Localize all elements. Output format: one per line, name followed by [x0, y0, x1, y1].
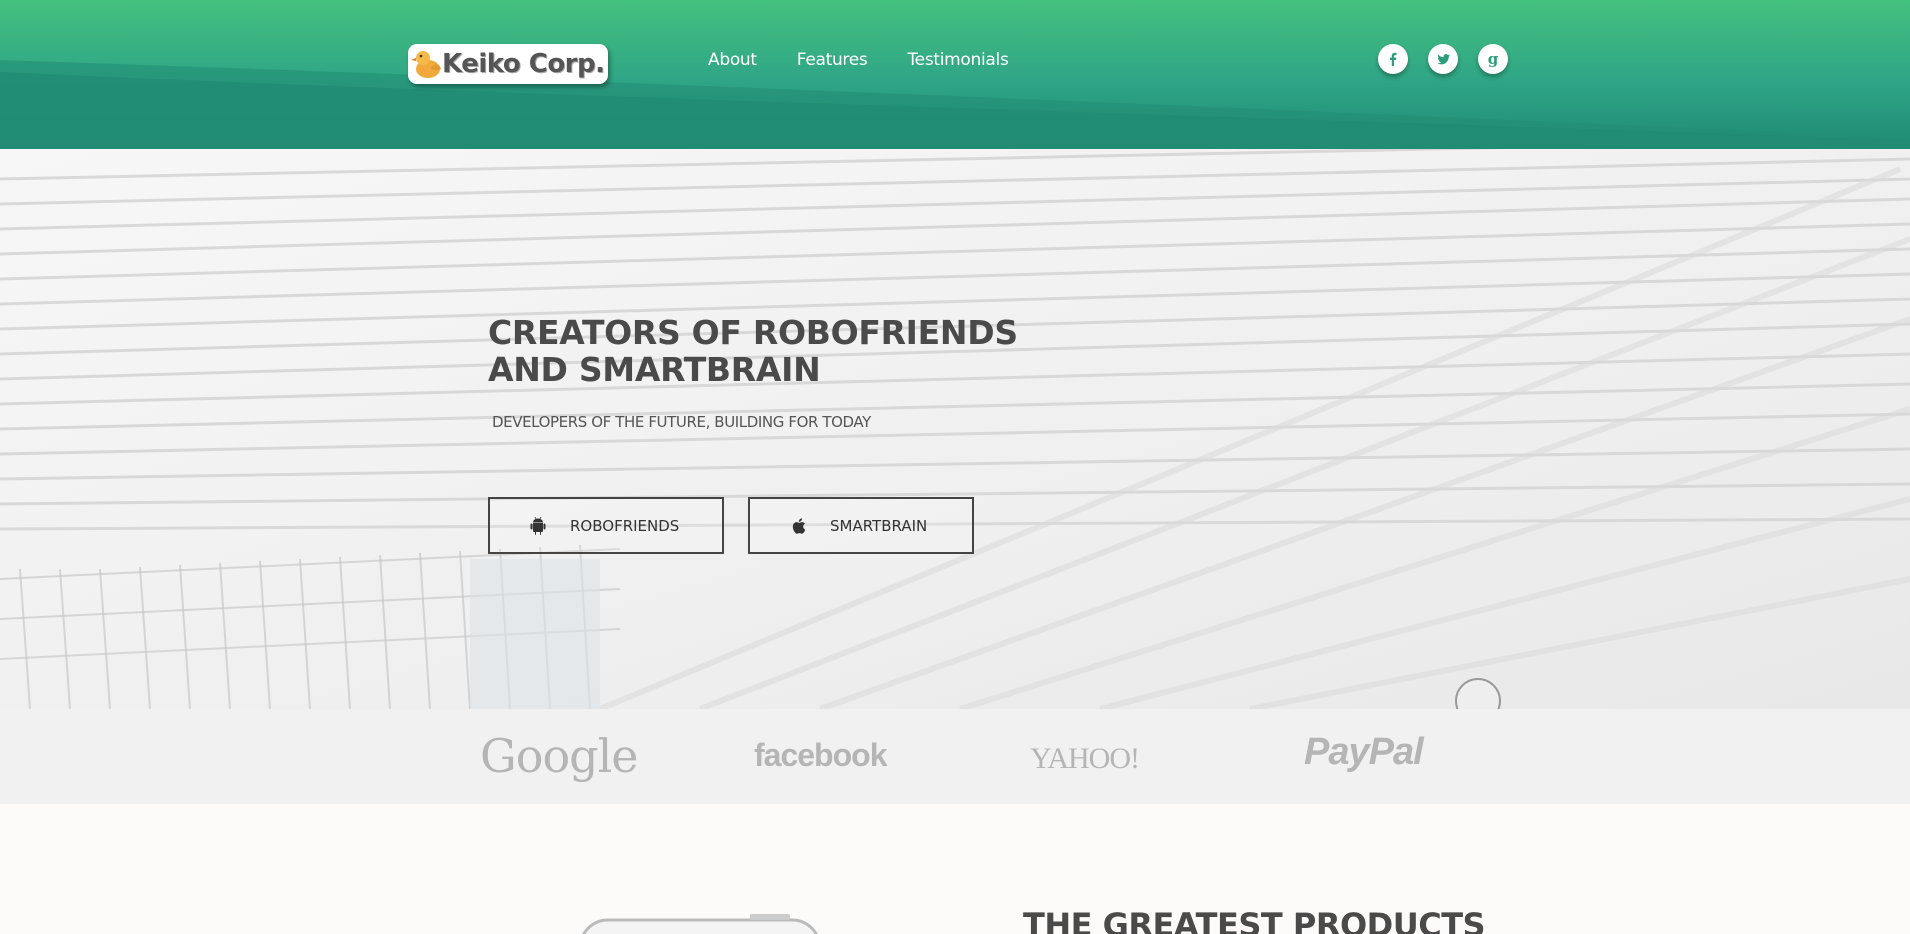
main-nav: About Features Testimonials [708, 50, 1049, 70]
products-section: THE GREATEST PRODUCTS [0, 804, 1910, 934]
duck-icon [411, 51, 441, 78]
hero-background-architecture [0, 149, 1910, 709]
products-title: THE GREATEST PRODUCTS [1023, 906, 1486, 934]
hero-title: CREATORS OF ROBOFRIENDS AND SMARTBRAIN [488, 314, 1048, 388]
facebook-icon [1390, 52, 1397, 66]
nav-link-testimonials[interactable]: Testimonials [907, 50, 1008, 70]
nav-link-about[interactable]: About [708, 50, 757, 70]
apple-icon [792, 517, 806, 534]
twitter-button[interactable] [1428, 44, 1458, 74]
hero-title-line1: CREATORS OF ROBOFRIENDS [488, 313, 1018, 352]
google-plus-button[interactable]: g [1478, 44, 1508, 74]
brand-name: Keiko Corp. [442, 49, 605, 79]
hero-section: CREATORS OF ROBOFRIENDS AND SMARTBRAIN D… [0, 149, 1910, 709]
partner-google-logo: Google [480, 729, 639, 783]
site-header: Keiko Corp. About Features Testimonials … [0, 0, 1910, 149]
smartbrain-button-label: SMARTBRAIN [830, 516, 928, 535]
robofriends-button-label: ROBOFRIENDS [570, 516, 680, 535]
partner-yahoo-logo: YAHOO! [1030, 742, 1140, 775]
facebook-button[interactable] [1378, 44, 1408, 74]
partner-facebook-logo: facebook [754, 737, 887, 773]
hero-subtitle: DEVELOPERS OF THE FUTURE, BUILDING FOR T… [492, 413, 871, 431]
phone-image [582, 914, 818, 934]
twitter-icon [1436, 53, 1450, 64]
hero-title-line2: AND SMARTBRAIN [488, 350, 821, 389]
nav-link-features[interactable]: Features [797, 50, 868, 70]
google-icon: g [1487, 50, 1499, 68]
brand-logo[interactable]: Keiko Corp. [408, 44, 608, 84]
header-wave-decoration [0, 60, 1910, 149]
partners-strip: Google facebook YAHOO! PayPal [0, 709, 1910, 804]
smartbrain-button[interactable]: SMARTBRAIN [748, 497, 974, 554]
partner-paypal-logo: PayPal [1304, 731, 1424, 773]
android-icon [530, 516, 546, 535]
robofriends-button[interactable]: ROBOFRIENDS [488, 497, 724, 554]
